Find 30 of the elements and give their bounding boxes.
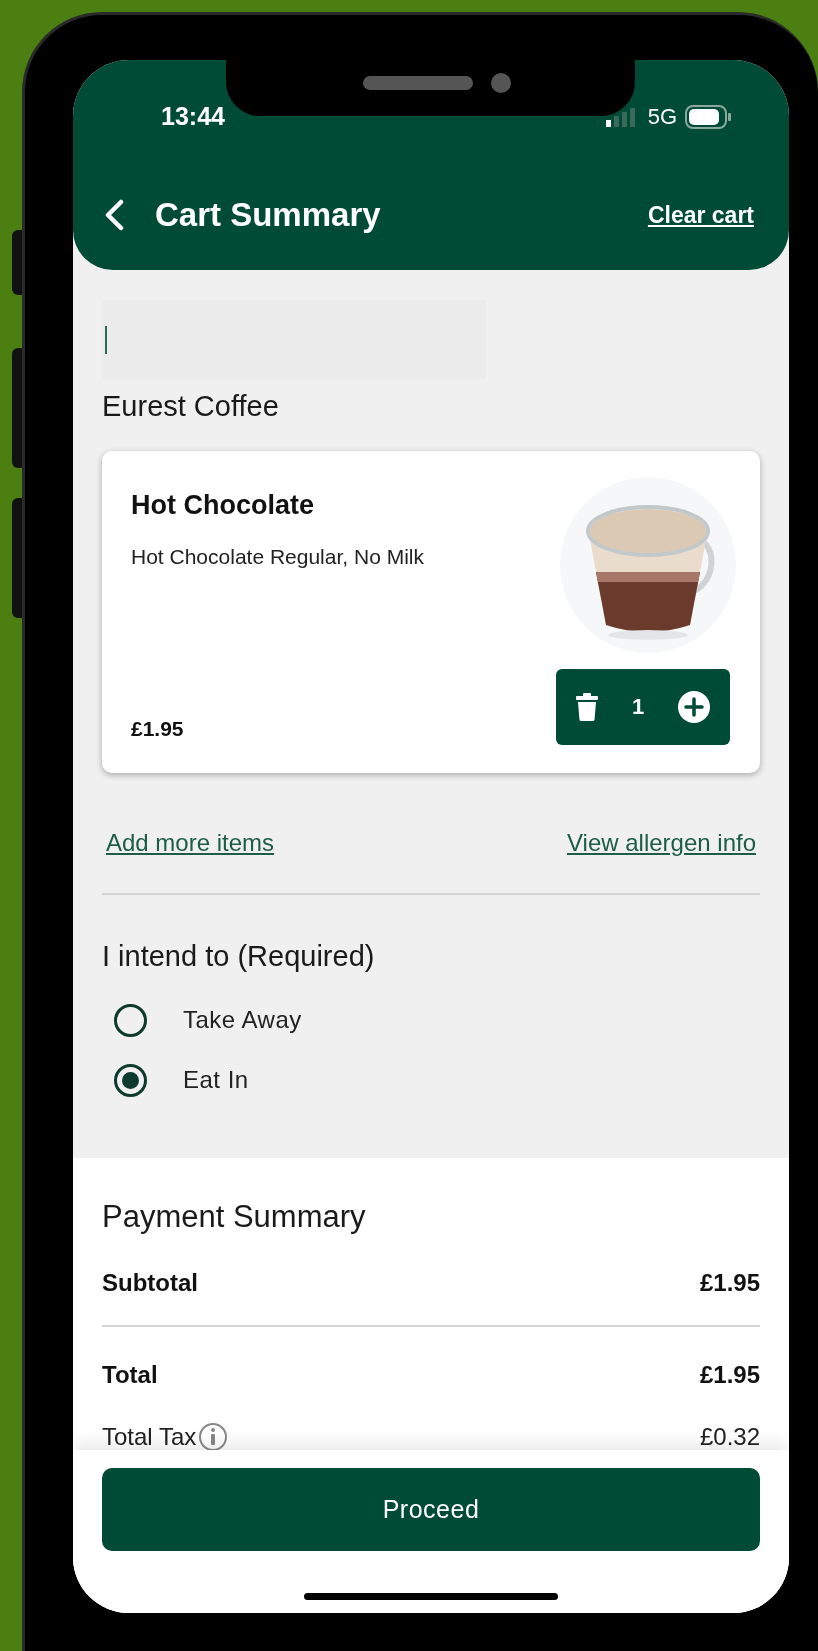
section-heading: Payment Summary [102,1198,367,1236]
proceed-button[interactable]: Proceed [102,1468,760,1551]
summary-label: Subtotal [102,1267,198,1298]
store-name: Eurest Coffee [102,389,280,424]
option-label: Take Away [183,1005,302,1035]
item-price: £1.95 [131,715,184,742]
status-time: 13:44 [161,101,225,132]
back-icon[interactable] [103,198,125,231]
input-field[interactable] [102,300,486,379]
allergen-info-link[interactable]: View allergen info [567,824,756,861]
network-label: 5G [647,103,677,131]
add-more-items-link[interactable]: Add more items [106,824,275,861]
clear-cart-link[interactable]: Clear cart [647,197,754,232]
page-title: Cart Summary [155,195,381,235]
quantity-value: 1 [631,693,645,721]
radio-button[interactable] [114,1063,147,1097]
summary-value: £1.95 [699,1267,760,1298]
battery-icon [685,104,733,129]
radio-button[interactable] [114,1003,147,1037]
summary-value: £1.95 [699,1359,760,1390]
section-heading: I intend to (Required) [102,938,376,974]
summary-label: Total Tax [102,1421,197,1452]
item-name: Hot Chocolate [131,488,315,522]
plus-icon[interactable] [678,690,710,723]
option-label: Eat In [183,1065,249,1095]
summary-value: £0.32 [699,1421,760,1452]
item-description: Hot Chocolate Regular, No Milk [131,544,425,570]
info-icon[interactable] [198,1421,229,1452]
summary-label: Total [102,1359,158,1390]
trash-icon[interactable] [576,692,598,721]
